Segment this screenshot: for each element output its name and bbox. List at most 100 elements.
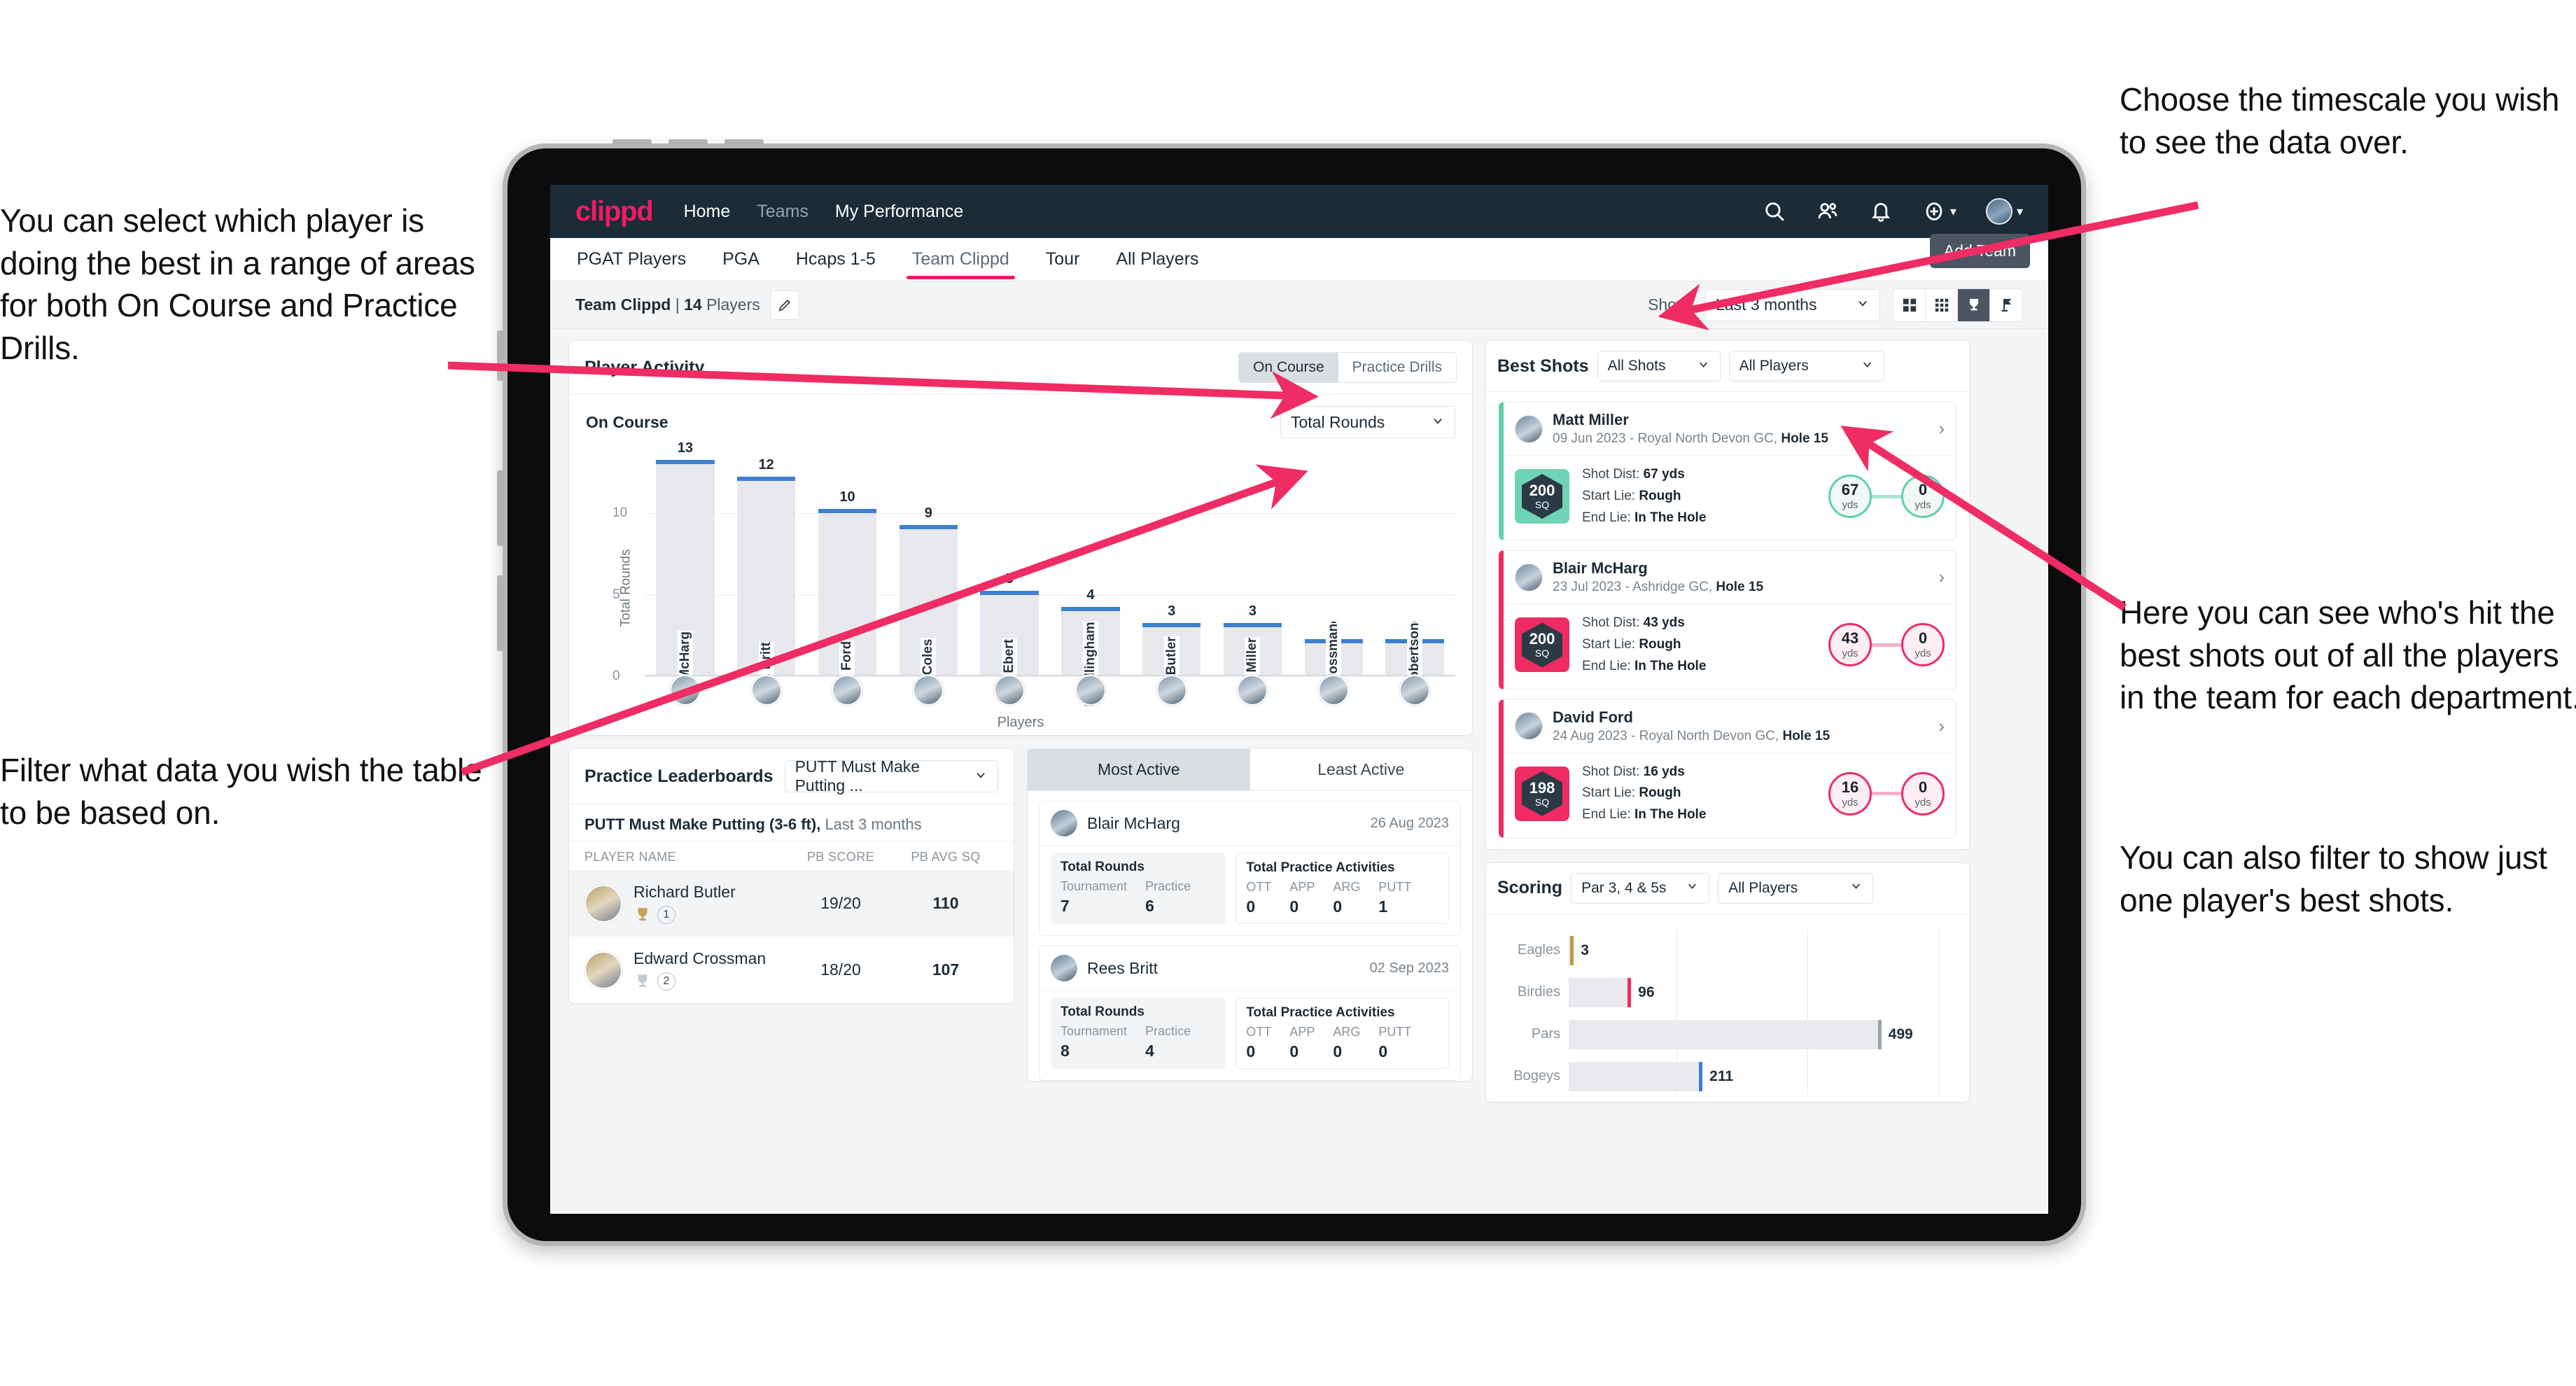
leaderboard-badges: 1 xyxy=(634,906,788,924)
best-shot-card[interactable]: David Ford 24 Aug 2023 - Royal North Devo… xyxy=(1499,699,1956,838)
separator: | xyxy=(675,295,680,314)
bar-slot[interactable]: 4 D. Billingham xyxy=(1050,448,1131,708)
bar-slot[interactable]: 2C. Robertson xyxy=(1374,448,1455,707)
player-avatar[interactable] xyxy=(1074,675,1106,706)
shot-meta: 24 Aug 2023 - Royal North Devon GC, Hole… xyxy=(1553,729,1830,744)
tab-tour[interactable]: Tour xyxy=(1044,239,1082,279)
chevron-right-icon[interactable]: › xyxy=(1938,715,1945,737)
shot-player-name: Matt Miller xyxy=(1553,411,1629,428)
start-lie-label: Start Lie: xyxy=(1582,488,1639,503)
chart-x-axis-label: Players xyxy=(997,715,1044,730)
plus-circle-menu[interactable]: ▾ xyxy=(1922,200,1956,223)
shot-meta: 09 Jun 2023 - Royal North Devon GC, Hole… xyxy=(1553,431,1828,447)
trophy-icon[interactable] xyxy=(1958,288,1990,321)
scoring-category-label: Pars xyxy=(1531,1026,1560,1042)
shot-quality-badge: 198 SQ xyxy=(1515,766,1569,821)
shot-dist-value: 67 yds xyxy=(1643,467,1685,482)
tab-hcaps-1-5[interactable]: Hcaps 1-5 xyxy=(794,239,877,279)
user-avatar-menu[interactable]: ▾ xyxy=(1985,198,2023,225)
show-label: Show: xyxy=(1648,295,1693,314)
table-row[interactable]: Edward Crossman 2 18/20 107 xyxy=(569,937,1014,1003)
leaderboard-player-name: Edward Crossman xyxy=(634,949,766,967)
scoring-row: Birdies 96 xyxy=(1502,972,1954,1014)
from-unit: yds xyxy=(1842,499,1858,512)
avatar xyxy=(584,884,622,923)
drill-select[interactable]: PUTT Must Make Putting ... xyxy=(784,757,998,794)
tab-most-active[interactable]: Most Active xyxy=(1028,749,1250,790)
player-avatar[interactable] xyxy=(1399,675,1431,706)
shot-details: Shot Dist: 43 yds Start Lie: Rough End Lie… xyxy=(1582,612,1706,677)
shot-card-header: Matt Miller 09 Jun 2023 - Royal North Dev… xyxy=(1504,402,1956,455)
bar-slot[interactable]: 2E. Crossman xyxy=(1293,448,1374,706)
distance-connector xyxy=(1872,494,1901,498)
tab-team-clippd[interactable]: Team Clippd xyxy=(906,239,1015,279)
toggle-practice-drills[interactable]: Practice Drills xyxy=(1338,353,1456,382)
tab-least-active[interactable]: Least Active xyxy=(1250,749,1473,790)
scoring-player-select[interactable]: All Players xyxy=(1718,872,1874,904)
toggle-on-course[interactable]: On Course xyxy=(1239,353,1338,382)
player-avatar[interactable] xyxy=(832,675,863,706)
clippd-logo[interactable]: clippd xyxy=(575,196,654,227)
activity-tabs: Most Active Least Active xyxy=(1028,749,1472,791)
bar-slot[interactable]: 9 J. Coles xyxy=(888,448,969,691)
player-avatar[interactable] xyxy=(669,675,701,706)
trophy-icon xyxy=(638,908,648,921)
bar: 3 M. Miller xyxy=(1223,603,1282,692)
shot-type-select[interactable]: All Shots xyxy=(1597,351,1721,382)
metric-select[interactable]: Total Rounds xyxy=(1280,406,1455,438)
player-avatar[interactable] xyxy=(1156,675,1187,706)
nav-link-teams[interactable]: Teams xyxy=(757,202,808,222)
activity-subtitle: On Course xyxy=(586,412,668,431)
par-filter-select[interactable]: Par 3, 4 & 5s xyxy=(1571,872,1710,904)
bell-icon[interactable] xyxy=(1869,200,1893,223)
bar: 2C. Robertson xyxy=(1385,620,1444,707)
add-team-tooltip: Add Team xyxy=(1929,234,2030,268)
bar-slot[interactable]: 5 E. Ebert xyxy=(969,448,1050,690)
flag-icon[interactable] xyxy=(1990,289,2022,321)
end-lie-line: End Lie: In The Hole xyxy=(1582,656,1706,678)
bar-slot[interactable]: 10 D. Ford xyxy=(807,448,888,689)
chevron-down-icon xyxy=(1431,413,1445,432)
grid-small-icon[interactable] xyxy=(1926,288,1958,321)
player-avatar[interactable] xyxy=(1318,675,1350,706)
screenshot-root: You can select which player is doing the… xyxy=(0,0,2576,1386)
leaderboard-badges: 2 xyxy=(634,972,788,990)
bar: 4 D. Billingham xyxy=(1061,587,1120,708)
chevron-right-icon[interactable]: › xyxy=(1938,566,1945,588)
bar: 5 E. Ebert xyxy=(980,571,1039,690)
activity-player-card[interactable]: Rees Britt 02 Sep 2023 Total Rounds Tournam… xyxy=(1039,946,1461,1081)
table-row[interactable]: Richard Butler 1 19/20 110 xyxy=(569,870,1014,937)
bar-slot[interactable]: 3 M. Miller xyxy=(1212,448,1294,692)
pb-score-cell: 18/20 xyxy=(820,960,861,979)
player-avatar[interactable] xyxy=(994,675,1026,706)
practice-activities-box: Total Practice Activities OTT 0 APP 0 ARG 0 PUT… xyxy=(1236,997,1449,1069)
bar-slot[interactable]: 3 R. Butler xyxy=(1131,448,1212,693)
player-avatar[interactable] xyxy=(750,675,782,706)
team-name: Team Clippd xyxy=(575,295,671,314)
bar-slot[interactable]: 12 R. Britt xyxy=(726,448,807,687)
best-shot-card[interactable]: Matt Miller 09 Jun 2023 - Royal North Dev… xyxy=(1499,402,1956,541)
tab-all-players[interactable]: All Players xyxy=(1114,239,1200,279)
tablet-device-frame: clippd Home Teams My Performance ▾ ▾ PGA… xyxy=(497,139,2086,1246)
people-icon[interactable] xyxy=(1816,200,1840,223)
player-avatar[interactable] xyxy=(913,675,944,706)
player-avatar[interactable] xyxy=(1237,675,1268,706)
timescale-select[interactable]: Last 3 months xyxy=(1705,288,1880,321)
nav-link-my-performance[interactable]: My Performance xyxy=(835,202,963,222)
distance-from-node: 43 yds xyxy=(1828,623,1872,667)
bar-value-label: 5 xyxy=(1005,570,1014,587)
grid-large-icon[interactable] xyxy=(1893,288,1926,321)
nav-link-home[interactable]: Home xyxy=(684,202,731,222)
tab-pga[interactable]: PGA xyxy=(721,239,761,279)
search-icon[interactable] xyxy=(1763,200,1786,223)
bar-slot[interactable]: 13 B. McHarg xyxy=(645,440,726,698)
scoring-row: Bogeys 211 xyxy=(1502,1056,1954,1098)
best-shots-player-select[interactable]: All Players xyxy=(1728,351,1884,382)
chevron-right-icon[interactable]: › xyxy=(1938,418,1945,440)
tab-pgat-players[interactable]: PGAT Players xyxy=(575,239,687,279)
shot-quality-badge: 200 SQ xyxy=(1515,469,1569,524)
best-shot-card[interactable]: Blair McHarg 23 Jul 2023 - Ashridge GC, H… xyxy=(1499,550,1956,690)
pb-avg-sq-cell: 107 xyxy=(932,960,960,979)
edit-team-button[interactable] xyxy=(769,290,799,320)
activity-player-card[interactable]: Blair McHarg 26 Aug 2023 Total Rounds Tourn… xyxy=(1039,801,1461,936)
